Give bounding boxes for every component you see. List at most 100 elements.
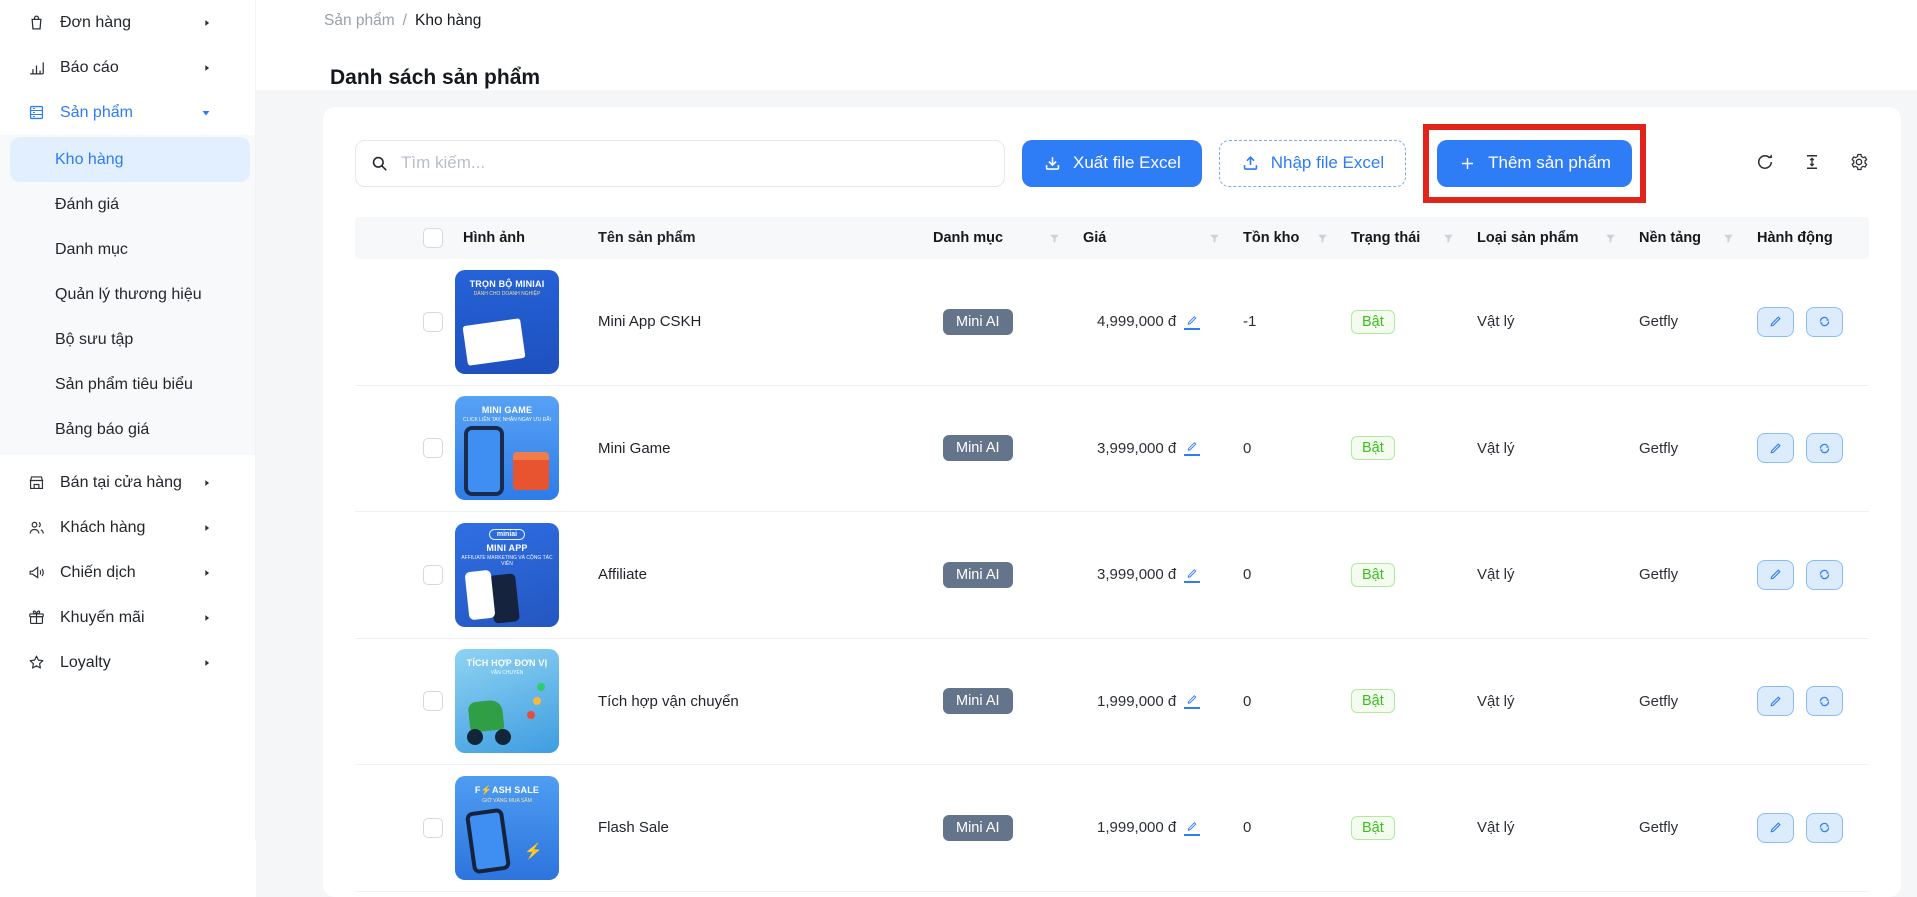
sidebar-item-bag[interactable]: Đơn hàng [0,0,255,45]
edit-product-button[interactable] [1757,307,1794,337]
annotation-highlight-box: Thêm sản phẩm [1423,124,1646,203]
product-thumbnail: miniai MINI APP AFFILIATE MARKETING VÀ C… [455,523,559,627]
select-all-cell [355,228,455,248]
edit-price-icon[interactable] [1184,820,1200,836]
import-excel-button[interactable]: Nhập file Excel [1219,140,1406,187]
filter-icon[interactable] [1316,232,1329,245]
row-checkbox[interactable] [423,691,443,711]
filter-icon[interactable] [1604,232,1617,245]
sidebar-subitem-3[interactable]: Quản lý thương hiệu [10,272,250,317]
filter-icon[interactable] [1442,232,1455,245]
product-type: Vật lý [1469,440,1631,457]
sidebar-item-label: Bán tại cửa hàng [60,474,182,492]
sidebar-item-box[interactable]: Sản phẩm [0,90,255,135]
search-input[interactable] [399,152,990,174]
status-badge: Bật [1351,436,1395,460]
product-stock: 0 [1235,566,1343,583]
select-all-checkbox[interactable] [423,228,443,248]
edit-product-button[interactable] [1757,813,1794,843]
breadcrumb-parent[interactable]: Sản phẩm [324,12,395,30]
column-header-cell: Tồn kho [1235,230,1343,246]
gift-icon [27,608,46,627]
import-excel-label: Nhập file Excel [1271,153,1384,173]
table-row: MINI GAME CLICK LIỀN TAY, NHẬN NGAY ƯU Đ… [355,386,1869,513]
sidebar-subitem-4[interactable]: Bộ sưu tập [10,317,250,362]
status-badge: Bật [1351,816,1395,840]
thumb-subtitle: GIỜ VÀNG MUA SẮM [455,798,559,804]
category-badge: Mini AI [943,562,1013,588]
filter-icon[interactable] [1722,232,1735,245]
sidebar-item-store[interactable]: Bán tại cửa hàng [0,460,255,505]
sidebar-subitem-6[interactable]: Bảng báo giá [10,407,250,452]
sidebar-item-users[interactable]: Khách hàng [0,505,255,550]
sync-product-button[interactable] [1806,433,1843,463]
edit-price-icon[interactable] [1184,567,1200,583]
product-list-card: Xuất file Excel Nhập file Excel Thêm sản… [323,107,1901,897]
bag-icon [27,13,46,32]
star-icon [27,653,46,672]
column-header-label: Hành động [1757,230,1833,246]
filter-icon[interactable] [1208,232,1221,245]
sidebar-item-megaphone[interactable]: Chiến dịch [0,550,255,595]
sidebar-item-gift[interactable]: Khuyến mãi [0,595,255,640]
thumb-title: TRỌN BỘ MINIAI [455,279,559,289]
product-price: 4,999,000 đ [1097,313,1176,330]
megaphone-icon [27,563,46,582]
sync-product-button[interactable] [1806,307,1843,337]
sidebar-item-star[interactable]: Loyalty [0,640,255,685]
sidebar-subitem-1[interactable]: Đánh giá [10,182,250,227]
gear-button[interactable] [1849,152,1869,175]
table-header: Hình ảnh Tên sản phẩm Danh mục Giá Tồn k… [355,217,1869,259]
column-header-cell: Giá [1075,230,1235,246]
sidebar-subitem-2[interactable]: Danh mục [10,227,250,272]
pencil-icon [1768,441,1783,456]
thumb-title: MINI APP [455,543,559,553]
chevron-down-icon [200,107,212,119]
sidebar-nav-bottom: Bán tại cửa hàng Khách hàng Chiến dịch K… [0,455,255,685]
sidebar: Đơn hàng Báo cáo Sản phẩm Kho hàng Đánh … [0,0,256,840]
thumb-subtitle: CLICK LIỀN TAY, NHẬN NGAY ƯU ĐÃI [455,417,559,423]
row-checkbox[interactable] [423,818,443,838]
sidebar-item-chart[interactable]: Báo cáo [0,45,255,90]
sidebar-subitem-5[interactable]: Sản phẩm tiêu biểu [10,362,250,407]
row-checkbox[interactable] [423,565,443,585]
edit-price-icon[interactable] [1184,440,1200,456]
product-price: 3,999,000 đ [1097,566,1176,583]
product-name: Affiliate [590,566,925,583]
add-product-button[interactable]: Thêm sản phẩm [1437,140,1632,187]
row-height-button[interactable] [1802,152,1822,175]
product-platform: Getfly [1631,566,1749,583]
sidebar-item-label: Đơn hàng [60,14,131,32]
row-checkbox[interactable] [423,438,443,458]
sync-product-button[interactable] [1806,686,1843,716]
category-badge: Mini AI [943,309,1013,335]
chart-icon [27,58,46,77]
sidebar-subitem-label: Bộ sưu tập [55,331,133,349]
status-badge: Bật [1351,563,1395,587]
table-row: F⚡ASH SALE GIỜ VÀNG MUA SẮM Flash Sale M… [355,765,1869,892]
sync-product-button[interactable] [1806,813,1843,843]
export-excel-label: Xuất file Excel [1073,153,1181,173]
edit-price-icon[interactable] [1184,693,1200,709]
product-stock: -1 [1235,313,1343,330]
product-name: Flash Sale [590,819,925,836]
sync-product-button[interactable] [1806,560,1843,590]
sync-icon [1817,694,1832,709]
edit-product-button[interactable] [1757,686,1794,716]
chevron-right-icon [202,613,212,623]
edit-product-button[interactable] [1757,560,1794,590]
export-excel-button[interactable]: Xuất file Excel [1022,140,1202,187]
users-icon [27,518,46,537]
edit-product-button[interactable] [1757,433,1794,463]
row-checkbox[interactable] [423,312,443,332]
product-name: Mini Game [590,440,925,457]
refresh-button[interactable] [1755,152,1775,175]
edit-price-icon[interactable] [1184,314,1200,330]
product-thumbnail: F⚡ASH SALE GIỜ VÀNG MUA SẮM [455,776,559,880]
product-platform: Getfly [1631,440,1749,457]
filter-icon[interactable] [1048,232,1061,245]
page-header: Sản phẩm / Kho hàng Danh sách sản phẩm [256,0,1917,90]
sidebar-subitem-0[interactable]: Kho hàng [10,137,250,182]
product-type: Vật lý [1469,313,1631,330]
column-header-label: Danh mục [933,230,1003,246]
